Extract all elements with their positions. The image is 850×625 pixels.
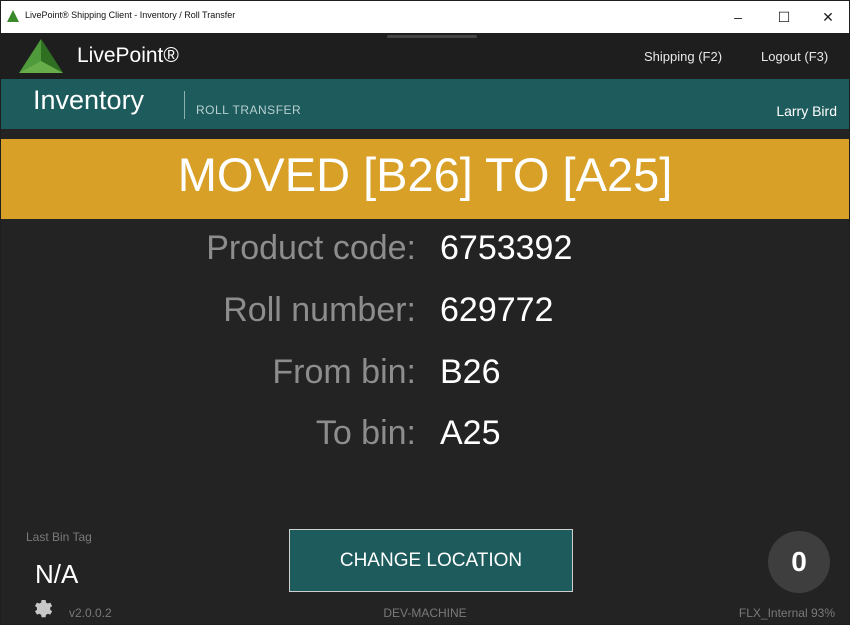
last-bin-tag-value: N/A [35, 559, 79, 589]
last-bin-tag-label: Last Bin Tag [26, 530, 92, 544]
roll-number-value: 629772 [440, 291, 554, 329]
from-bin-value: B26 [440, 353, 501, 391]
window-title: LivePoint® Shipping Client - Inventory /… [25, 10, 236, 20]
to-bin-value: A25 [440, 414, 501, 452]
scan-counter-badge: 0 [768, 531, 830, 593]
drag-handle[interactable] [387, 35, 477, 38]
app-triangle-icon [7, 10, 19, 22]
page-title: Inventory [33, 85, 145, 115]
minimize-button[interactable]: – [715, 1, 761, 33]
from-bin-label: From bin: [272, 353, 416, 391]
product-code-value: 6753392 [440, 229, 573, 267]
product-code-row: Product code: 6753392 [1, 229, 849, 279]
page-subheader: Inventory ROLL TRANSFER Larry Bird [1, 79, 849, 129]
network-name: FLX_Internal [738, 606, 808, 620]
status-message: MOVED [B26] TO [A25] [177, 148, 673, 201]
brand-name: LivePoint® [77, 44, 179, 67]
status-banner: MOVED [B26] TO [A25] [1, 139, 849, 219]
maximize-button[interactable]: ☐ [761, 1, 807, 33]
page-subtitle: ROLL TRANSFER [196, 103, 302, 117]
shipping-link[interactable]: Shipping (F2) [644, 49, 722, 64]
livepoint-logo-icon [19, 39, 63, 73]
signal-strength: 93% [810, 606, 835, 620]
roll-number-label: Roll number: [223, 291, 416, 329]
change-location-button[interactable]: CHANGE LOCATION [289, 529, 573, 592]
product-code-label: Product code: [206, 229, 416, 267]
title-divider [184, 91, 185, 119]
app-window: LivePoint® Shipping Client - Inventory /… [0, 0, 850, 625]
app-header: LivePoint® Shipping (F2) Logout (F3) [1, 33, 849, 79]
machine-name: DEV-MACHINE [383, 606, 467, 620]
current-user: Larry Bird [776, 103, 837, 119]
title-bar[interactable]: LivePoint® Shipping Client - Inventory /… [1, 1, 849, 33]
to-bin-row: To bin: A25 [1, 414, 849, 464]
to-bin-label: To bin: [315, 414, 416, 452]
from-bin-row: From bin: B26 [1, 353, 849, 403]
connection-status: FLX_Internal 93% [739, 606, 835, 620]
roll-number-row: Roll number: 629772 [1, 291, 849, 341]
logout-link[interactable]: Logout (F3) [761, 49, 828, 64]
close-button[interactable]: ✕ [805, 1, 850, 33]
